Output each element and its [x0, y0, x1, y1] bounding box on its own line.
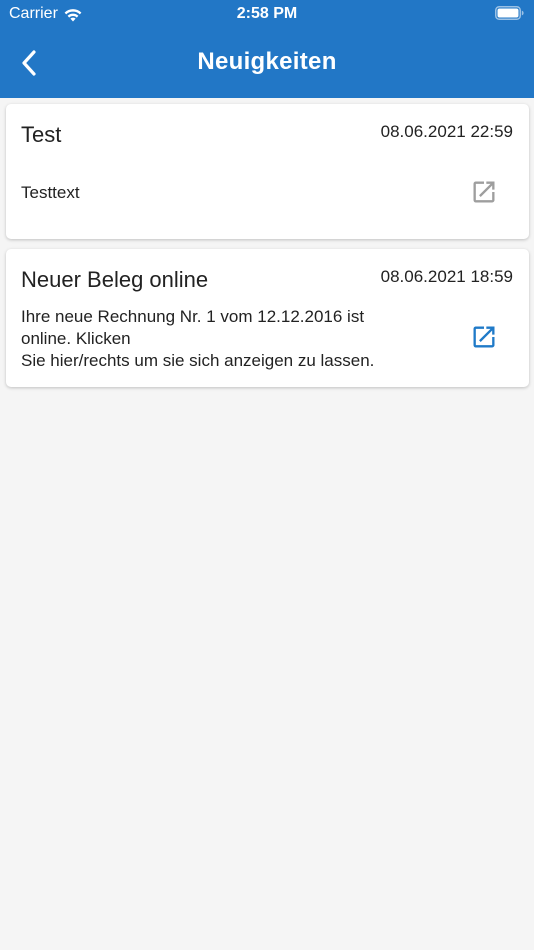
news-list: Test 08.06.2021 22:59 Testtext Neuer Bel… — [6, 104, 529, 397]
news-item[interactable]: Test 08.06.2021 22:59 Testtext — [6, 104, 529, 239]
news-item-title: Neuer Beleg online — [21, 267, 209, 292]
news-item-text-line: Ihre neue Rechnung Nr. 1 vom 12.12.2016 … — [21, 307, 365, 326]
open-link-button[interactable] — [469, 177, 499, 207]
app-header: Carrier 2:58 PM Neuigkeiten — [0, 0, 534, 98]
news-item-text-line: Sie hier/rechts um sie sich anzeigen zu … — [21, 351, 375, 370]
open-link-button[interactable] — [469, 322, 499, 352]
news-item-title: Test — [21, 122, 62, 147]
news-item-text: Ihre neue Rechnung Nr. 1 vom 12.12.2016 … — [21, 306, 451, 372]
battery-icon — [495, 6, 524, 20]
news-item-text: Testtext — [21, 182, 451, 204]
news-item-date: 08.06.2021 22:59 — [380, 122, 513, 141]
page-title: Neuigkeiten — [197, 48, 337, 75]
open-in-new-icon — [473, 326, 495, 348]
news-item-text-line: Testtext — [21, 183, 80, 202]
navigation-bar: Neuigkeiten — [0, 28, 534, 98]
status-time: 2:58 PM — [236, 5, 298, 22]
status-bar: Carrier 2:58 PM — [0, 0, 534, 28]
news-item-text-line: online. Klicken — [21, 329, 131, 348]
news-item-date: 08.06.2021 18:59 — [380, 267, 513, 286]
open-in-new-icon — [473, 181, 495, 203]
news-item[interactable]: Neuer Beleg online 08.06.2021 18:59 Ihre… — [6, 249, 529, 387]
